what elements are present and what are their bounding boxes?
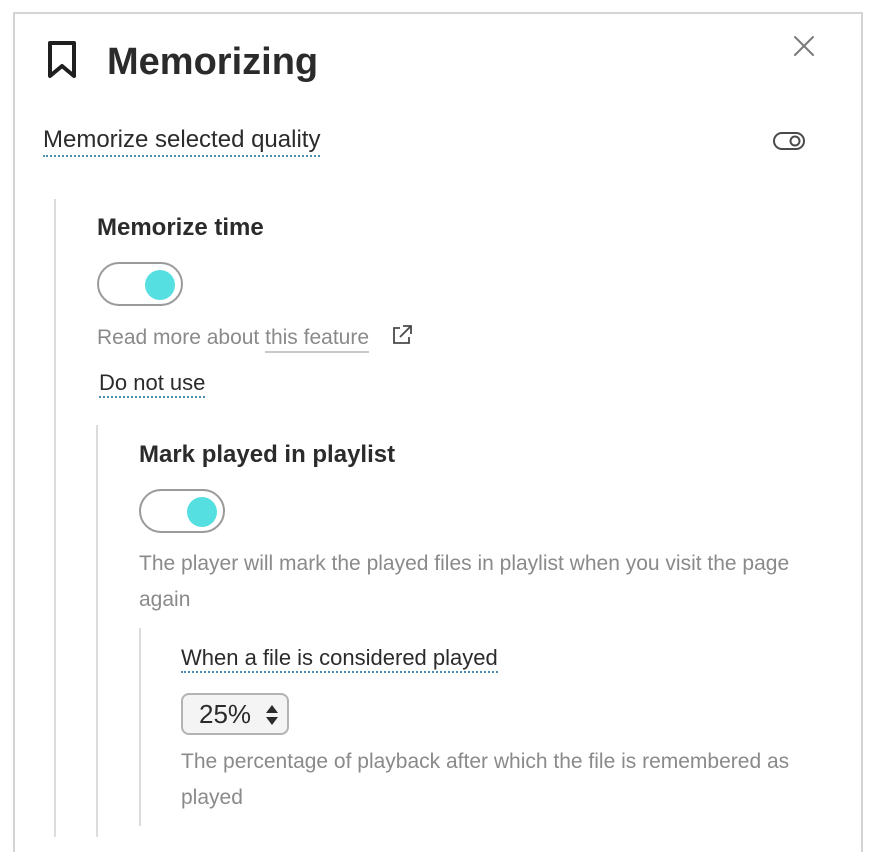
toggle-knob [187,497,217,527]
close-icon[interactable] [792,34,816,58]
mark-played-heading: Mark played in playlist [139,441,396,468]
panel-title: Memorizing [107,41,319,83]
memorize-quality-toggle[interactable] [773,131,805,151]
stepper-arrows-icon [266,705,278,725]
feature-link[interactable]: this feature [265,326,370,353]
toggle-knob [145,270,175,300]
mark-played-description: The player will mark the played files in… [139,552,790,611]
memorize-time-hint: Read more about this feature [97,320,370,356]
select-value: 25% [199,698,252,729]
played-threshold-select[interactable]: 25% [181,693,289,735]
nest-line-level-1 [54,199,56,837]
played-threshold-description: The percentage of playback after which t… [181,750,790,809]
mark-played-toggle[interactable] [139,489,225,533]
memorize-time-heading: Memorize time [97,214,264,241]
bookmark-icon [48,41,76,78]
hint-prefix: Read more about [97,326,260,349]
nest-line-level-2 [96,425,98,837]
memorize-quality-label[interactable]: Memorize selected quality [43,126,321,157]
do-not-use-link[interactable]: Do not use [99,370,206,399]
external-link-icon[interactable] [391,324,413,346]
memorize-time-toggle[interactable] [97,262,183,306]
played-threshold-label[interactable]: When a file is considered played [181,645,498,674]
nest-line-level-3 [139,628,141,826]
